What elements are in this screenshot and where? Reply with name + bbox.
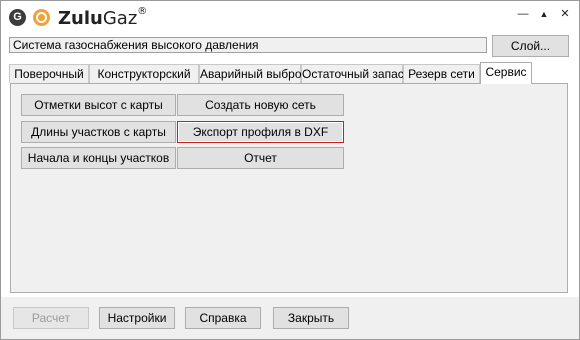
layer-button[interactable]: Слой... bbox=[492, 35, 569, 57]
tab-design[interactable]: Конструкторский bbox=[89, 64, 199, 83]
tab-emergency-release[interactable]: Аварийный выброс bbox=[199, 64, 308, 83]
section-ends-button[interactable]: Начала и концы участков bbox=[21, 147, 176, 169]
g-logo-icon: G bbox=[9, 9, 26, 26]
create-network-button[interactable]: Создать новую сеть bbox=[177, 94, 344, 116]
settings-button[interactable]: Настройки bbox=[99, 307, 175, 329]
heights-from-map-button[interactable]: Отметки высот с карты bbox=[21, 94, 176, 116]
app-title-light: Gaz bbox=[102, 8, 138, 29]
close-button[interactable]: Закрыть bbox=[273, 307, 349, 329]
tab-residual-reserve[interactable]: Остаточный запас bbox=[301, 64, 404, 83]
main-window: G ZuluGaz® — ▲ ✕ Система газоснабжения в… bbox=[0, 0, 580, 340]
minimize-icon[interactable]: — bbox=[516, 7, 530, 21]
export-profile-dxf-button[interactable]: Экспорт профиля в DXF bbox=[177, 121, 344, 143]
lengths-from-map-button[interactable]: Длины участков с карты bbox=[21, 121, 176, 143]
service-panel: Отметки высот с карты Длины участков с к… bbox=[10, 83, 568, 293]
title-bar: G ZuluGaz® — ▲ ✕ bbox=[1, 1, 579, 33]
tab-service[interactable]: Сервис bbox=[480, 62, 532, 84]
system-name-field[interactable]: Система газоснабжения высокого давления bbox=[9, 37, 487, 53]
tab-verification[interactable]: Поверочный bbox=[9, 64, 89, 83]
trademark-mark: ® bbox=[137, 6, 148, 17]
help-button[interactable]: Справка bbox=[185, 307, 261, 329]
app-title-bold: Zulu bbox=[58, 8, 103, 29]
calculate-button[interactable]: Расчет bbox=[13, 307, 89, 329]
app-title: ZuluGaz® bbox=[58, 6, 148, 29]
close-icon[interactable]: ✕ bbox=[558, 7, 572, 21]
report-button[interactable]: Отчет bbox=[177, 147, 344, 169]
gas-logo-icon bbox=[33, 9, 50, 26]
footer-bar: Расчет Настройки Справка Закрыть bbox=[1, 297, 579, 339]
maximize-icon[interactable]: ▲ bbox=[537, 7, 551, 21]
tab-network-reserve[interactable]: Резерв сети bbox=[403, 64, 480, 83]
